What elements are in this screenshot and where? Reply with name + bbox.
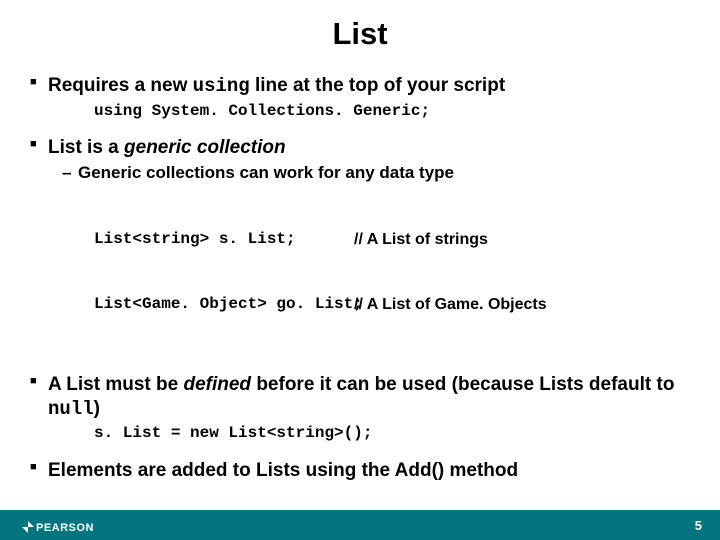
bullet-must-define: A List must be defined before it can be …: [30, 373, 690, 422]
bullet-requires-using: Requires a new using line at the top of …: [30, 74, 690, 99]
bullet-generic-collection: List is a generic collection: [30, 136, 690, 160]
code-list-decls: List<string> s. List;// A List of string…: [30, 186, 690, 359]
bullet-add-method: Elements are added to Lists using the Ad…: [30, 459, 690, 483]
code: List<Game. Object> go. List;: [94, 294, 354, 316]
text: line at the top of your script: [250, 75, 505, 96]
code-define-list: s. List = new List<string>();: [30, 423, 690, 445]
page-number: 5: [695, 518, 702, 533]
text: before it can be used (because Lists def…: [251, 374, 674, 395]
slide-content: Requires a new using line at the top of …: [0, 74, 720, 540]
code-inline: null: [48, 398, 94, 420]
comment: // A List of strings: [354, 229, 488, 251]
subbullet-generic-any-type: Generic collections can work for any dat…: [30, 162, 690, 184]
footer-bar: PEARSON 5: [0, 510, 720, 540]
brand-text: PEARSON: [36, 522, 94, 534]
text: ): [94, 398, 100, 419]
text: A List must be: [48, 374, 183, 395]
code-row: List<string> s. List;// A List of string…: [94, 229, 690, 251]
comment: // A List of Game. Objects: [354, 294, 547, 316]
code: List<string> s. List;: [94, 229, 354, 251]
code-row: List<Game. Object> go. List;// A List of…: [94, 294, 690, 316]
text-italic: generic collection: [124, 137, 286, 158]
slide: List Requires a new using line at the to…: [0, 0, 720, 540]
text-italic: defined: [183, 374, 251, 395]
logo-icon: [22, 521, 34, 533]
pearson-logo: PEARSON: [22, 521, 94, 534]
text: Requires a new: [48, 75, 193, 96]
text: List is a: [48, 137, 124, 158]
code-using-line: using System. Collections. Generic;: [30, 101, 690, 123]
slide-title: List: [0, 0, 720, 60]
code-inline: using: [193, 75, 250, 97]
